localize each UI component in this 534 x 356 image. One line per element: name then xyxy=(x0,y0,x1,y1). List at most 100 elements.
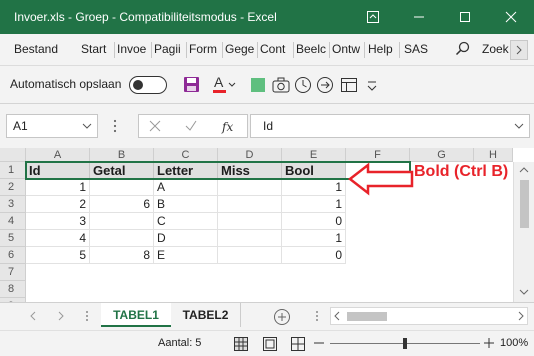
cell-d3[interactable] xyxy=(218,196,282,213)
row-header-2[interactable]: 2 xyxy=(0,179,26,196)
sheet-tab-tabel2[interactable]: TABEL2 xyxy=(171,303,241,327)
clock-icon[interactable] xyxy=(294,76,312,97)
tabs-scroll-right-button[interactable] xyxy=(510,40,528,60)
sheet-tab-tabel1[interactable]: TABEL1 xyxy=(101,303,171,327)
zoom-slider-thumb[interactable] xyxy=(403,338,407,349)
cell-e4[interactable]: 0 xyxy=(282,213,346,230)
row-header-1[interactable]: 1 xyxy=(0,162,26,179)
add-sheet-icon[interactable] xyxy=(273,308,291,329)
column-header-d[interactable]: D xyxy=(218,148,282,162)
column-header-e[interactable]: E xyxy=(282,148,346,162)
tab-formules[interactable]: Form xyxy=(189,42,217,56)
tab-gegevens[interactable]: Gege xyxy=(225,42,254,56)
name-box[interactable]: A1 xyxy=(6,114,98,138)
autosave-toggle[interactable] xyxy=(129,76,167,94)
vertical-scrollbar[interactable] xyxy=(513,162,534,302)
zoom-in-button[interactable] xyxy=(482,335,496,354)
tab-pagina-indeling[interactable]: Pagii xyxy=(154,42,181,56)
column-header-b[interactable]: B xyxy=(90,148,154,162)
cell-a6[interactable]: 5 xyxy=(26,247,90,264)
row-header-8[interactable]: 8 xyxy=(0,281,26,298)
column-header-a[interactable]: A xyxy=(26,148,90,162)
row-header-4[interactable]: 4 xyxy=(0,213,26,230)
column-header-c[interactable]: C xyxy=(154,148,218,162)
camera-icon[interactable] xyxy=(272,76,290,97)
forward-circle-icon[interactable] xyxy=(316,76,334,97)
cell-c2[interactable]: A xyxy=(154,179,218,196)
tab-separator xyxy=(222,42,223,58)
cell-c5[interactable]: D xyxy=(154,230,218,247)
tab-start[interactable]: Start xyxy=(81,42,106,56)
maximize-button[interactable] xyxy=(442,0,488,34)
cell-b5[interactable] xyxy=(90,230,154,247)
page-layout-view-icon[interactable] xyxy=(262,336,278,355)
sheet-options-icon[interactable] xyxy=(312,309,322,326)
cell-e2[interactable]: 1 xyxy=(282,179,346,196)
tab-sas[interactable]: SAS xyxy=(404,42,428,56)
cell-d5[interactable] xyxy=(218,230,282,247)
more-options-icon[interactable] xyxy=(112,118,118,137)
tab-help[interactable]: Help xyxy=(368,42,393,56)
expand-formula-icon[interactable] xyxy=(514,120,524,135)
row-header-6[interactable]: 6 xyxy=(0,247,26,264)
row-header-5[interactable]: 5 xyxy=(0,230,26,247)
cell-a2[interactable]: 1 xyxy=(26,179,90,196)
cell-a3[interactable]: 2 xyxy=(26,196,90,213)
row-header-3[interactable]: 3 xyxy=(0,196,26,213)
sheet-more-icon[interactable] xyxy=(82,309,92,326)
cell-b3[interactable]: 6 xyxy=(90,196,154,213)
tab-controleren[interactable]: Cont xyxy=(260,42,285,56)
fill-color-icon[interactable] xyxy=(250,77,266,96)
customize-toolbar-icon[interactable] xyxy=(366,76,378,97)
cell-e3[interactable]: 1 xyxy=(282,196,346,213)
horizontal-scrollbar[interactable] xyxy=(330,307,528,325)
tab-bestand[interactable]: Bestand xyxy=(14,42,58,56)
cell-b6[interactable]: 8 xyxy=(90,247,154,264)
search-label[interactable]: Zoek xyxy=(482,42,509,56)
cell-c3[interactable]: B xyxy=(154,196,218,213)
cell-e5[interactable]: 1 xyxy=(282,230,346,247)
row-header-7[interactable]: 7 xyxy=(0,264,26,281)
tab-beeld[interactable]: Beelc xyxy=(296,42,326,56)
name-box-dropdown-icon[interactable] xyxy=(82,120,92,135)
cell-d2[interactable] xyxy=(218,179,282,196)
search-icon[interactable] xyxy=(455,41,471,60)
cell-d4[interactable] xyxy=(218,213,282,230)
cell-b4[interactable] xyxy=(90,213,154,230)
page-break-view-icon[interactable] xyxy=(290,336,306,355)
cell-b1[interactable]: Getal xyxy=(90,162,154,179)
cell-c4[interactable]: C xyxy=(154,213,218,230)
next-sheet-icon[interactable] xyxy=(56,310,66,325)
cell-b2[interactable] xyxy=(90,179,154,196)
tab-invoegen[interactable]: Invoe xyxy=(117,42,146,56)
formula-input[interactable]: Id xyxy=(250,114,530,138)
enter-formula-icon[interactable] xyxy=(185,120,197,135)
minimize-button[interactable] xyxy=(396,0,442,34)
sheet-view-icon[interactable] xyxy=(340,76,358,97)
cancel-formula-icon[interactable] xyxy=(149,120,161,135)
tab-ontwikkelaars[interactable]: Ontw xyxy=(332,42,360,56)
cell-a5[interactable]: 4 xyxy=(26,230,90,247)
cell-c6[interactable]: E xyxy=(154,247,218,264)
close-button[interactable] xyxy=(488,0,534,34)
cell-e1[interactable]: Bool xyxy=(282,162,346,179)
save-icon[interactable] xyxy=(183,76,201,97)
cell-a1[interactable]: Id xyxy=(26,162,90,179)
column-header-f[interactable]: F xyxy=(346,148,410,162)
ribbon-display-button[interactable] xyxy=(350,0,396,34)
normal-view-icon[interactable] xyxy=(233,336,249,355)
select-all-corner[interactable] xyxy=(0,148,26,162)
insert-function-icon[interactable]: fx xyxy=(221,118,237,137)
column-header-h[interactable]: H xyxy=(474,148,513,162)
tab-separator xyxy=(364,42,365,58)
zoom-out-button[interactable] xyxy=(312,335,326,354)
cell-c1[interactable]: Letter xyxy=(154,162,218,179)
zoom-level[interactable]: 100% xyxy=(500,337,528,349)
column-header-g[interactable]: G xyxy=(410,148,474,162)
cell-d1[interactable]: Miss xyxy=(218,162,282,179)
cell-e6[interactable]: 0 xyxy=(282,247,346,264)
font-color-icon[interactable]: A xyxy=(212,74,236,99)
cell-d6[interactable] xyxy=(218,247,282,264)
previous-sheet-icon[interactable] xyxy=(28,310,38,325)
cell-a4[interactable]: 3 xyxy=(26,213,90,230)
